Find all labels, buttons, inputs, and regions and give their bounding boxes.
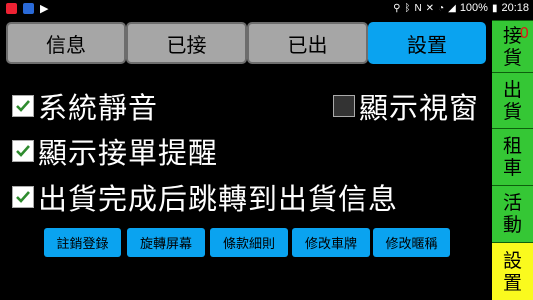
side-nav-activity-line2: 動 <box>502 214 522 236</box>
side-nav-receive[interactable]: 接 貨 0 <box>492 20 533 72</box>
show-window-label: 顯示視窗 <box>359 91 480 125</box>
side-nav-activity-line1: 活 <box>502 192 522 214</box>
logout-button[interactable]: 註銷登錄 <box>44 228 121 257</box>
side-nav-ship[interactable]: 出 貨 <box>492 72 533 128</box>
wifi-icon: ◔ <box>438 2 445 14</box>
location-icon: ⚲ <box>393 2 401 14</box>
mute-checkbox[interactable] <box>12 95 34 117</box>
tab-received[interactable]: 已接 <box>126 22 247 64</box>
receive-count-badge: 0 <box>519 24 529 42</box>
rotate-screen-button[interactable]: 旋轉屏幕 <box>127 228 205 257</box>
show-window-checkbox[interactable] <box>333 95 355 117</box>
battery-icon: ▮ <box>491 2 498 14</box>
check-icon <box>16 100 30 112</box>
clock: 20:18 <box>501 2 529 14</box>
jump-after-ship-label: 出貨完成后跳轉到出貨信息 <box>38 182 399 216</box>
bluetooth-icon: ᛒ <box>404 2 411 14</box>
side-nav-rent[interactable]: 租 車 <box>492 128 533 185</box>
mute-label: 系統靜音 <box>38 91 159 125</box>
side-nav-ship-line1: 出 <box>502 78 522 101</box>
side-nav-receive-line2: 貨 <box>502 46 522 69</box>
tab-info[interactable]: 信息 <box>6 22 126 64</box>
order-reminder-checkbox[interactable] <box>12 140 34 162</box>
order-reminder-setting[interactable]: 顯示接單提醒 <box>12 130 218 172</box>
tab-shipped[interactable]: 已出 <box>247 22 368 64</box>
download-icon: ▶ <box>40 2 49 15</box>
mute-setting[interactable]: 系統靜音 <box>12 85 158 127</box>
jump-after-ship-setting[interactable]: 出貨完成后跳轉到出貨信息 <box>12 176 398 218</box>
mute-icon: ✕ <box>425 2 435 14</box>
signal-icon: ◢ <box>448 2 456 14</box>
side-nav-rent-line2: 車 <box>502 157 522 179</box>
side-nav-ship-line2: 貨 <box>502 100 522 123</box>
side-nav: 接 貨 0 出 貨 租 車 活 動 設 置 <box>492 20 533 300</box>
tab-settings[interactable]: 設置 <box>368 22 486 64</box>
side-nav-activity[interactable]: 活 動 <box>492 185 533 242</box>
side-nav-settings-line2: 置 <box>502 271 522 294</box>
terms-button[interactable]: 條款細則 <box>210 228 288 257</box>
order-reminder-label: 顯示接單提醒 <box>38 136 219 170</box>
change-plate-button[interactable]: 修改車牌 <box>292 228 370 257</box>
change-nickname-button[interactable]: 修改暱稱 <box>373 228 450 257</box>
side-nav-rent-line1: 租 <box>502 135 522 157</box>
message-icon <box>23 3 34 14</box>
check-icon <box>16 191 30 203</box>
status-bar: ▶ ⚲ ᛒ N ✕ ◔ ◢ 100% ▮ 20:18 <box>0 0 533 19</box>
jump-after-ship-checkbox[interactable] <box>12 186 34 208</box>
side-nav-settings[interactable]: 設 置 <box>492 242 533 300</box>
nfc-icon: N <box>414 2 422 14</box>
battery-percent: 100% <box>459 2 488 14</box>
notification-app-icon <box>6 3 17 14</box>
show-window-setting[interactable]: 顯示視窗 <box>333 85 479 127</box>
side-nav-settings-line1: 設 <box>502 249 522 272</box>
check-icon <box>16 145 30 157</box>
